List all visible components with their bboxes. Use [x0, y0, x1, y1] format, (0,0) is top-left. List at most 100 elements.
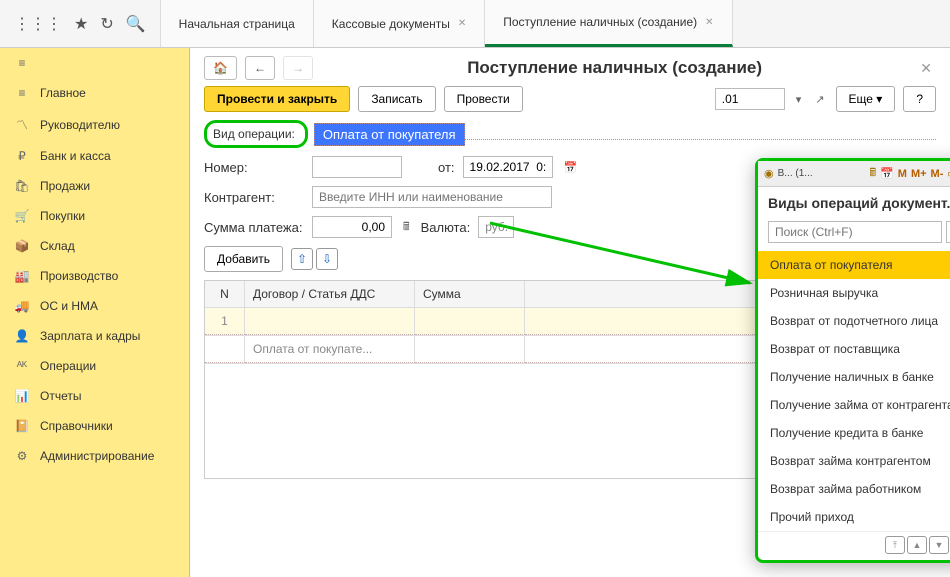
tab-cash[interactable]: Кассовые документы✕ — [314, 0, 485, 47]
scroll-down-button[interactable]: ▼ — [929, 536, 949, 554]
counterparty-label: Контрагент: — [204, 190, 304, 205]
sidebar-item[interactable]: ₽ Банк и касса — [0, 141, 189, 171]
close-page-icon[interactable]: ✕ — [916, 60, 936, 77]
m-minus-icon[interactable]: M- — [931, 168, 944, 180]
date-input[interactable] — [463, 156, 553, 178]
top-tool-icons: ⋮⋮⋮ ★ ↻ 🔍 — [0, 0, 161, 47]
sum-input[interactable] — [312, 216, 392, 238]
post-button[interactable]: Провести — [444, 86, 523, 112]
popup-search: × — [758, 217, 950, 251]
sidebar-item[interactable]: ᴬᴷ Операции — [0, 351, 189, 381]
option-item[interactable]: Получение кредита в банке — [758, 419, 950, 447]
more-label: Еще — [849, 92, 873, 106]
home-button[interactable]: 🏠 — [204, 56, 237, 80]
date-label: от: — [438, 160, 455, 175]
operation-label-highlight: Вид операции: — [204, 120, 308, 148]
sidebar-label: Руководителю — [40, 118, 120, 132]
open-icon[interactable]: ↗ — [812, 93, 827, 106]
sidebar-label: Администрирование — [40, 449, 154, 463]
back-button[interactable]: ← — [245, 56, 275, 80]
sidebar-item[interactable]: 🏭 Производство — [0, 261, 189, 291]
calc-icon[interactable]: 🖩 — [869, 164, 876, 183]
calc-icon[interactable]: 🖩 — [400, 218, 413, 237]
tabs: Начальная страница Кассовые документы✕ П… — [161, 0, 733, 47]
close-icon[interactable]: ✕ — [458, 18, 466, 29]
gear-icon: ⚙ — [14, 449, 30, 463]
option-item[interactable]: Прочий приход — [758, 503, 950, 531]
sidebar-item[interactable]: 🛍Продажи — [0, 171, 189, 201]
sidebar-label: Операции — [40, 359, 96, 373]
tab-label: Начальная страница — [179, 17, 295, 31]
dropdown-icon[interactable]: ▾ — [793, 93, 805, 106]
sidebar-item[interactable]: 🚚ОС и НМА — [0, 291, 189, 321]
account-field[interactable] — [715, 88, 785, 110]
help-button[interactable]: ? — [903, 86, 936, 112]
option-item[interactable]: Возврат от подотчетного лица — [758, 307, 950, 335]
sidebar-item[interactable]: 🛒Покупки — [0, 201, 189, 231]
sidebar-item[interactable]: 👤 Зарплата и кадры — [0, 321, 189, 351]
save-button[interactable]: Записать — [358, 86, 435, 112]
history-icon[interactable]: ↻ — [100, 14, 113, 34]
sidebar-label: Банк и касса — [40, 149, 111, 163]
option-item[interactable]: Возврат от поставщика — [758, 335, 950, 363]
sidebar-label: Зарплата и кадры — [40, 329, 140, 343]
sidebar-item[interactable]: 📔Справочники — [0, 411, 189, 441]
col-n: N — [205, 281, 245, 307]
move-up-button[interactable]: ⇧ — [291, 248, 313, 270]
action-row: Провести и закрыть Записать Провести ▾ ↗… — [204, 86, 936, 112]
operation-underline — [465, 128, 936, 140]
search-icon[interactable]: 🔍 — [126, 14, 146, 34]
scroll-up-button[interactable]: ▲ — [907, 536, 927, 554]
more-button[interactable]: Еще ▾ — [836, 86, 896, 112]
option-item[interactable]: Возврат займа контрагентом — [758, 447, 950, 475]
person-icon: 👤 — [14, 329, 30, 343]
post-close-button[interactable]: Провести и закрыть — [204, 86, 350, 112]
sidebar-label: Производство — [40, 269, 118, 283]
factory-icon: 🏭 — [14, 269, 30, 283]
calendar-icon[interactable]: 📅 — [561, 161, 581, 174]
calendar-icon[interactable]: 📅 — [880, 167, 894, 180]
chart-icon: 〽 — [14, 116, 30, 133]
move-down-button[interactable]: ⇩ — [316, 248, 338, 270]
tab-start[interactable]: Начальная страница — [161, 0, 314, 47]
currency-label: Валюта: — [421, 220, 471, 235]
sidebar-label: Склад — [40, 239, 75, 253]
number-input[interactable] — [312, 156, 402, 178]
sidebar-label: Продажи — [40, 179, 90, 193]
close-icon[interactable]: ✕ — [705, 17, 713, 28]
forward-button[interactable]: → — [283, 56, 313, 80]
option-item[interactable]: Оплата от покупателя — [758, 251, 950, 279]
book-icon: 📔 — [14, 419, 30, 433]
sidebar-item[interactable]: 〽 Руководителю — [0, 108, 189, 141]
apps-icon[interactable]: ⋮⋮⋮ — [14, 14, 62, 34]
option-item[interactable]: Розничная выручка — [758, 279, 950, 307]
bars-icon: 📊 — [14, 389, 30, 403]
m-icon[interactable]: M — [898, 168, 907, 180]
tab-receipt[interactable]: Поступление наличных (создание)✕ — [485, 0, 732, 47]
sidebar-item[interactable]: 📊Отчеты — [0, 381, 189, 411]
page-title: Поступление наличных (создание) — [321, 58, 908, 78]
operation-value-selected[interactable]: Оплата от покупателя — [314, 123, 465, 146]
col-sum: Сумма — [415, 281, 525, 307]
add-button[interactable]: Добавить — [204, 246, 283, 272]
scroll-top-button[interactable]: ⤒ — [885, 536, 905, 554]
ops-icon: ᴬᴷ — [14, 359, 30, 373]
popup-search-input[interactable] — [768, 221, 942, 243]
cell-dds: Оплата от покупате... — [245, 336, 415, 363]
sidebar-menu-toggle[interactable]: ≡ — [0, 48, 189, 78]
option-item[interactable]: Получение займа от контрагента — [758, 391, 950, 419]
star-icon[interactable]: ★ — [74, 14, 88, 34]
sidebar-item[interactable]: ⚙ Администрирование — [0, 441, 189, 471]
sidebar-item[interactable]: 📦Склад — [0, 231, 189, 261]
sidebar-label: Покупки — [40, 209, 85, 223]
currency-input[interactable] — [478, 216, 514, 238]
sidebar-label: ОС и НМА — [40, 299, 98, 313]
sidebar-item[interactable]: ≡Главное — [0, 78, 189, 108]
m-plus-icon[interactable]: M+ — [911, 168, 927, 180]
option-item[interactable]: Возврат займа работником — [758, 475, 950, 503]
operation-type-popup: ◉ В... (1... 🖩 📅 M M+ M- ▭ ✕ Виды операц… — [755, 158, 950, 563]
counterparty-input[interactable] — [312, 186, 552, 208]
option-item[interactable]: Получение наличных в банке — [758, 363, 950, 391]
clear-search-button[interactable]: × — [946, 221, 950, 243]
ruble-icon: ₽ — [14, 149, 30, 163]
